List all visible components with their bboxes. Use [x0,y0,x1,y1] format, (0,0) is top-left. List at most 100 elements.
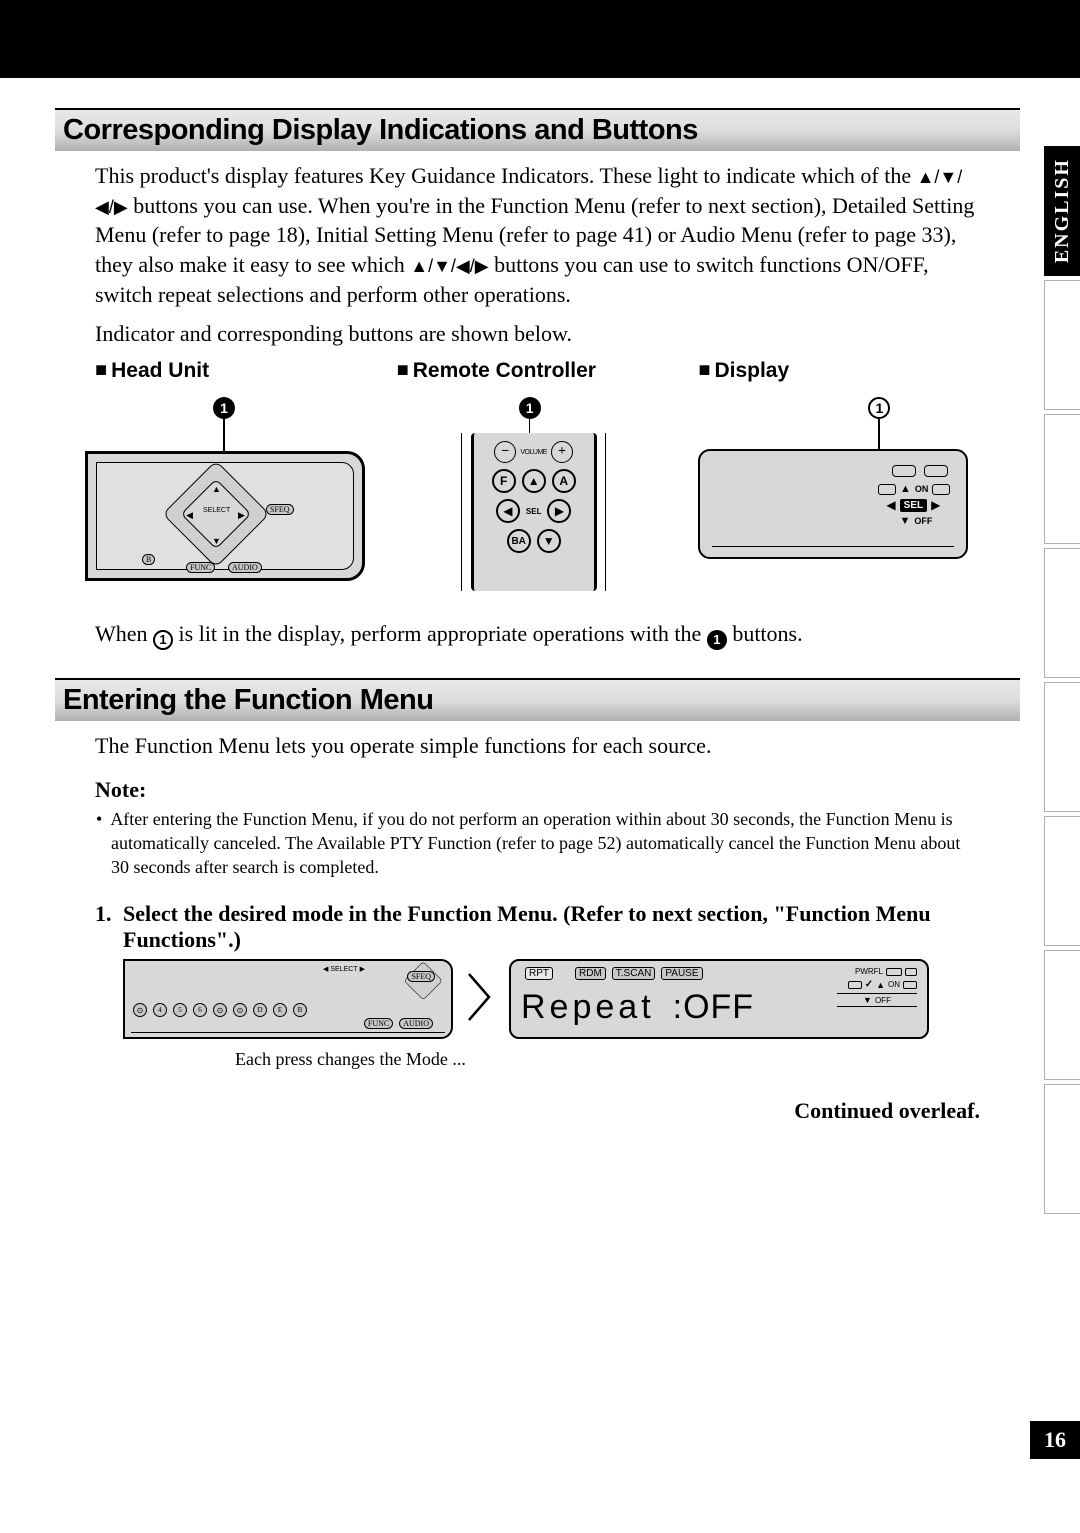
ind-top [892,465,948,477]
pwrfl-row: PWRFL [837,967,917,976]
sfeq-button: SFEQ [266,504,294,515]
callout-1-filled: 1 [519,397,541,419]
col-header: ■Head Unit [95,359,377,383]
section-title: Corresponding Display Indications and Bu… [63,114,1012,147]
off-label: OFF [914,516,932,526]
pwrfl-label: PWRFL [855,967,883,976]
lcd-top-indicators: RPT RDM T.SCAN PAUSE [525,967,703,980]
on-row: ▲ ON [878,483,950,495]
text-fragment: buttons. [727,621,803,646]
col-head-unit: ■Head Unit 1 SELECT ▲ ▼ ◀ ▶ SFEQ B F [95,359,377,591]
step-text: Select the desired mode in the Function … [123,901,980,953]
tscan-indicator: T.SCAN [612,967,656,980]
header-black-bar [0,0,1080,78]
label: Remote Controller [413,359,596,382]
up-arrow-icon: ▲ [212,484,221,494]
section-title: Entering the Function Menu [63,684,1012,717]
ind [905,968,917,976]
section-header-function-menu: Entering the Function Menu [55,678,1020,721]
step-1-header: 1. Select the desired mode in the Functi… [55,879,1020,953]
square-icon: ■ [698,359,710,381]
remote-body: − VOLUME + F ▲ A ◀ SEL ▶ B [471,433,597,591]
remote-diagram: 1 − VOLUME + F ▲ A ◀ [397,391,657,591]
func-button: FUNC [186,562,215,573]
square-icon: ■ [95,359,107,381]
btn: E [273,1003,287,1017]
ind [903,981,917,989]
step-diagram-row: ◀SELECT▶ SFEQ ⊙ 4 5 6 ⊙ ⊙ D E B FUNC AUD… [55,953,1020,1039]
ind [932,484,950,495]
col-display: ■Display 1 ▲ ON [698,359,980,591]
btn: 4 [153,1003,167,1017]
btn: 5 [173,1003,187,1017]
off: OFF [875,996,891,1005]
intro-line: Indicator and corresponding buttons are … [55,309,1020,349]
callout-outline-inline: 1 [153,630,173,650]
btn: D [253,1003,267,1017]
btn: ⊙ [233,1003,247,1017]
vol-minus-button: − [494,441,516,463]
off-row: ▼ OFF [899,515,932,527]
select-label: SELECT [203,507,230,514]
remote-edge-l [461,433,463,591]
baseline [131,1032,445,1033]
sel-label: SEL [900,499,927,512]
row-sel: ◀ SEL ▶ [474,499,594,523]
btn: ⊙ [213,1003,227,1017]
step-caption: Each press changes the Mode ... [55,1039,1020,1070]
diagram-columns: ■Head Unit 1 SELECT ▲ ▼ ◀ ▶ SFEQ B F [55,349,1020,591]
note-header: Note: [55,761,1020,803]
col-remote: ■Remote Controller 1 − VOLUME + F ▲ A [397,359,679,591]
on-row: ✓ ▲ON [837,979,917,990]
lcd-value: :OFF [673,988,754,1027]
head-unit-diagram: 1 SELECT ▲ ▼ ◀ ▶ SFEQ B FUNC AUDIO [95,391,355,591]
sel-label: SEL [526,507,542,516]
remote-edge-r [605,433,607,591]
rdm-indicator: RDM [575,967,606,980]
on: ON [888,980,900,989]
audio-button: AUDIO [228,562,262,573]
callout-1-filled: 1 [213,397,235,419]
left-arrow-icon: ◀ [886,498,895,513]
ba-button: BA [507,529,531,553]
intro-paragraph: This product's display features Key Guid… [55,151,1020,309]
up-button: ▲ [522,469,546,493]
func: FUNC [364,1018,393,1029]
sel-row: ◀ SEL ▶ [886,498,940,513]
btn: B [293,1003,307,1017]
label: Display [714,359,789,382]
rpt-indicator: RPT [525,967,553,980]
down-arrow-icon: ▼ [899,515,910,527]
down-button: ▼ [537,529,561,553]
a-button: A [552,469,576,493]
right-button: ▶ [547,499,571,523]
continued-overleaf: Continued overleaf. [55,1070,1020,1124]
head-unit-frame: SELECT ▲ ▼ ◀ ▶ SFEQ B FUNC AUDIO [85,451,365,581]
func-audio-row: FUNC AUDIO [364,1018,433,1029]
on-label: ON [915,484,929,494]
text-fragment: When [95,621,153,646]
num-row: ⊙ 4 5 6 ⊙ ⊙ D E B [133,1003,307,1017]
square-icon: ■ [397,359,409,381]
lcd-main-text: Repeat [521,988,655,1027]
arrow-glyphs: ▲/▼/◀/▶ [410,256,488,276]
col-header: ■Remote Controller [397,359,679,383]
ind [878,484,896,495]
volume-row: − VOLUME + [474,441,594,463]
intro-text: The Function Menu lets you operate simpl… [55,721,1020,761]
display-frame: ▲ ON ◀ SEL ▶ ▼ OFF [698,449,968,559]
lcd-main-row: Repeat :OFF [521,988,754,1027]
ind [886,968,902,976]
audio: AUDIO [399,1018,433,1029]
text-fragment: is lit in the display, perform appropria… [173,621,707,646]
step-head-unit: ◀SELECT▶ SFEQ ⊙ 4 5 6 ⊙ ⊙ D E B FUNC AUD… [123,959,453,1039]
down-arrow-icon: ▼ [212,536,221,546]
chevron-icon [467,972,495,1027]
btn: 6 [193,1003,207,1017]
select: SELECT [330,966,357,973]
pause-indicator: PAUSE [661,967,702,980]
up-arrow-icon: ▲ [900,483,911,495]
lcd-display: RPT RDM T.SCAN PAUSE Repeat :OFF PWRFL ✓ [509,959,929,1039]
vol-plus-button: + [551,441,573,463]
note-body: After entering the Function Menu, if you… [55,803,1020,880]
